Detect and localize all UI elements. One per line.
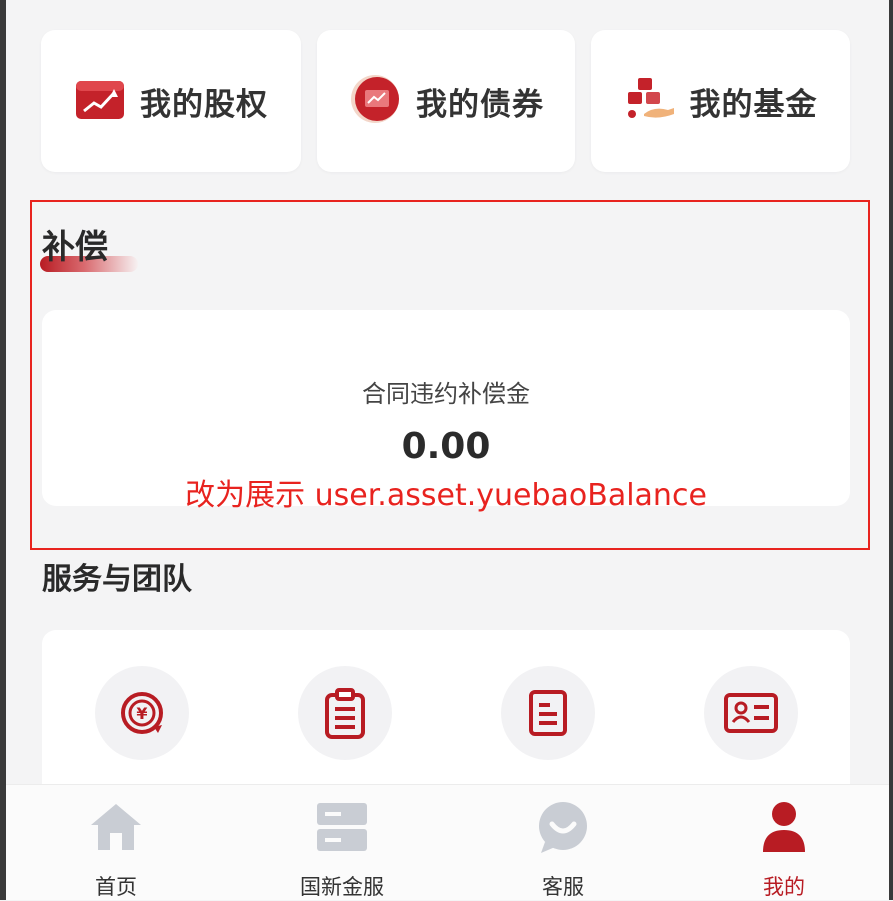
id-card-icon[interactable]	[704, 666, 798, 760]
my-equity-card[interactable]: 我的股权	[41, 30, 301, 172]
window-edge-left	[0, 0, 6, 900]
svg-text:¥: ¥	[136, 704, 147, 723]
tab-mine-label: 我的	[763, 875, 805, 899]
document-list-icon[interactable]	[501, 666, 595, 760]
my-equity-label: 我的股权	[140, 86, 268, 123]
home-icon	[86, 797, 146, 857]
tab-customer-service-label: 客服	[542, 875, 584, 899]
bottom-tab-bar: 首页 国新金服 客服 我的	[6, 784, 889, 900]
tab-customer-service[interactable]: 客服	[493, 785, 633, 901]
chat-bubble-icon	[533, 797, 593, 857]
equity-chart-icon	[74, 77, 126, 125]
my-funds-card[interactable]: 我的基金	[591, 30, 850, 172]
my-funds-label: 我的基金	[689, 86, 818, 123]
review-highlight-box	[30, 200, 870, 550]
tab-mine[interactable]: 我的	[714, 785, 854, 901]
app-screen: 我的股权 我的债券 我的基金 补偿 合同违约补偿金 0.00 改为展示 user…	[0, 0, 893, 900]
service-card: ¥	[42, 630, 850, 810]
tab-home-label: 首页	[95, 875, 137, 899]
my-bonds-label: 我的债券	[416, 86, 544, 123]
service-section-title: 服务与团队	[42, 562, 192, 597]
bond-certificate-icon	[348, 74, 402, 128]
server-stack-icon	[312, 797, 372, 857]
fund-gold-bars-icon	[624, 76, 676, 126]
tab-guoxin-jinfu[interactable]: 国新金服	[272, 785, 412, 901]
user-icon	[754, 797, 814, 857]
my-bonds-card[interactable]: 我的债券	[317, 30, 575, 172]
clipboard-icon[interactable]	[298, 666, 392, 760]
tab-home[interactable]: 首页	[46, 785, 186, 901]
window-edge-right	[889, 0, 893, 900]
tab-guoxin-jinfu-label: 国新金服	[300, 875, 384, 899]
yuan-refresh-icon[interactable]: ¥	[95, 666, 189, 760]
